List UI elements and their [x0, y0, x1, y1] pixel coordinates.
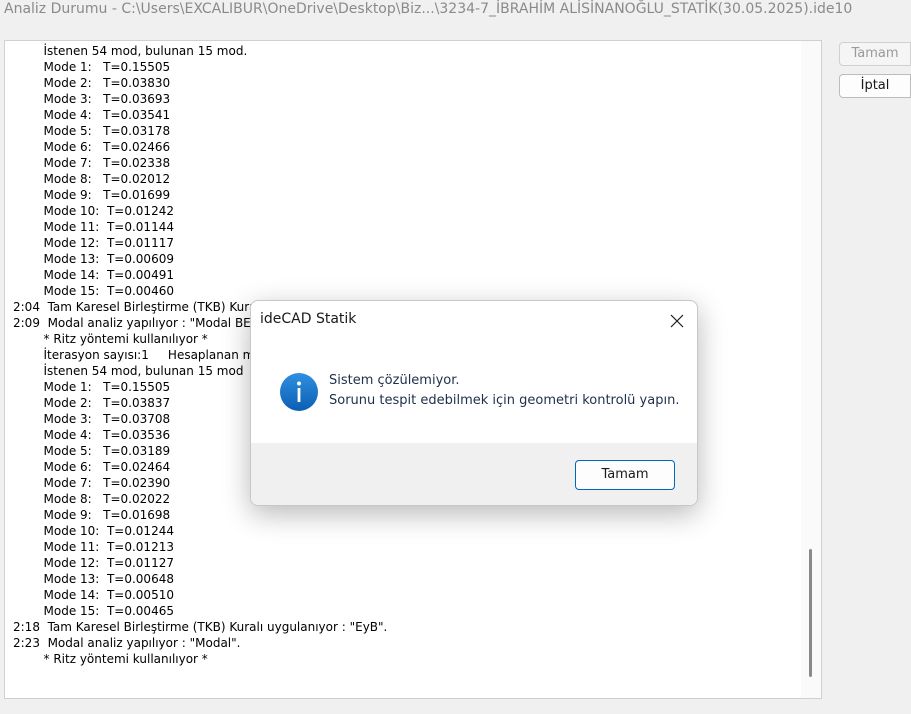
log-line: Mode 15: T=0.00465	[13, 604, 174, 618]
log-line: Mode 6: T=0.02466	[13, 140, 171, 154]
log-line: Mode 7: T=0.02338	[13, 156, 171, 170]
log-line: Mode 10: T=0.01244	[13, 524, 174, 538]
log-scrollbar-thumb[interactable]	[809, 549, 812, 677]
log-line: Mode 14: T=0.00491	[13, 268, 174, 282]
log-line: Mode 12: T=0.01127	[13, 556, 174, 570]
log-line: Mode 3: T=0.03693	[13, 92, 171, 106]
dialog-message-line2: Sorunu tespit edebilmek için geometri ko…	[329, 393, 680, 408]
window-title: Analiz Durumu - C:\Users\EXCALIBUR\OneDr…	[4, 1, 853, 17]
log-line: İstenen 54 mod, bulunan 15 mod.	[13, 44, 248, 58]
dialog-body: Sistem çözülemiyor. Sorunu tespit edebil…	[251, 339, 697, 443]
dialog-message-line1: Sistem çözülemiyor.	[329, 373, 460, 388]
log-line: Mode 15: T=0.00460	[13, 284, 174, 298]
log-line: Mode 10: T=0.01242	[13, 204, 174, 218]
dialog-ok-button[interactable]: Tamam	[575, 460, 675, 490]
info-icon	[280, 373, 318, 411]
log-line: Mode 9: T=0.01699	[13, 188, 171, 202]
close-icon[interactable]	[663, 307, 691, 335]
log-line: Mode 14: T=0.00510	[13, 588, 174, 602]
log-line: 2:18 Tam Karesel Birleştirme (TKB) Kural…	[13, 620, 388, 634]
log-line: Mode 11: T=0.01213	[13, 540, 174, 554]
log-line: Mode 11: T=0.01144	[13, 220, 174, 234]
log-line: Mode 8: T=0.02012	[13, 172, 171, 186]
log-line: Mode 13: T=0.00609	[13, 252, 174, 266]
message-dialog: ideCAD Statik Sistem çözülemiyor. Sorunu…	[250, 300, 698, 506]
log-line: Mode 5: T=0.03178	[13, 124, 171, 138]
log-scrollbar[interactable]	[801, 41, 821, 698]
dialog-title: ideCAD Statik	[260, 311, 357, 327]
log-line: Mode 13: T=0.00648	[13, 572, 174, 586]
log-line: Mode 2: T=0.03830	[13, 76, 171, 90]
log-line: Mode 1: T=0.15505	[13, 60, 171, 74]
ok-button[interactable]: Tamam	[839, 42, 911, 66]
log-line: Mode 4: T=0.03541	[13, 108, 171, 122]
log-line: Mode 12: T=0.01117	[13, 236, 174, 250]
dialog-footer: Tamam	[251, 443, 697, 505]
cancel-button[interactable]: İptal	[839, 74, 911, 98]
log-line: * Ritz yöntemi kullanılıyor *	[13, 652, 208, 666]
status-bar	[0, 700, 911, 714]
log-line: Mode 9: T=0.01698	[13, 508, 171, 522]
log-line: 2:23 Modal analiz yapılıyor : "Modal".	[13, 636, 241, 650]
